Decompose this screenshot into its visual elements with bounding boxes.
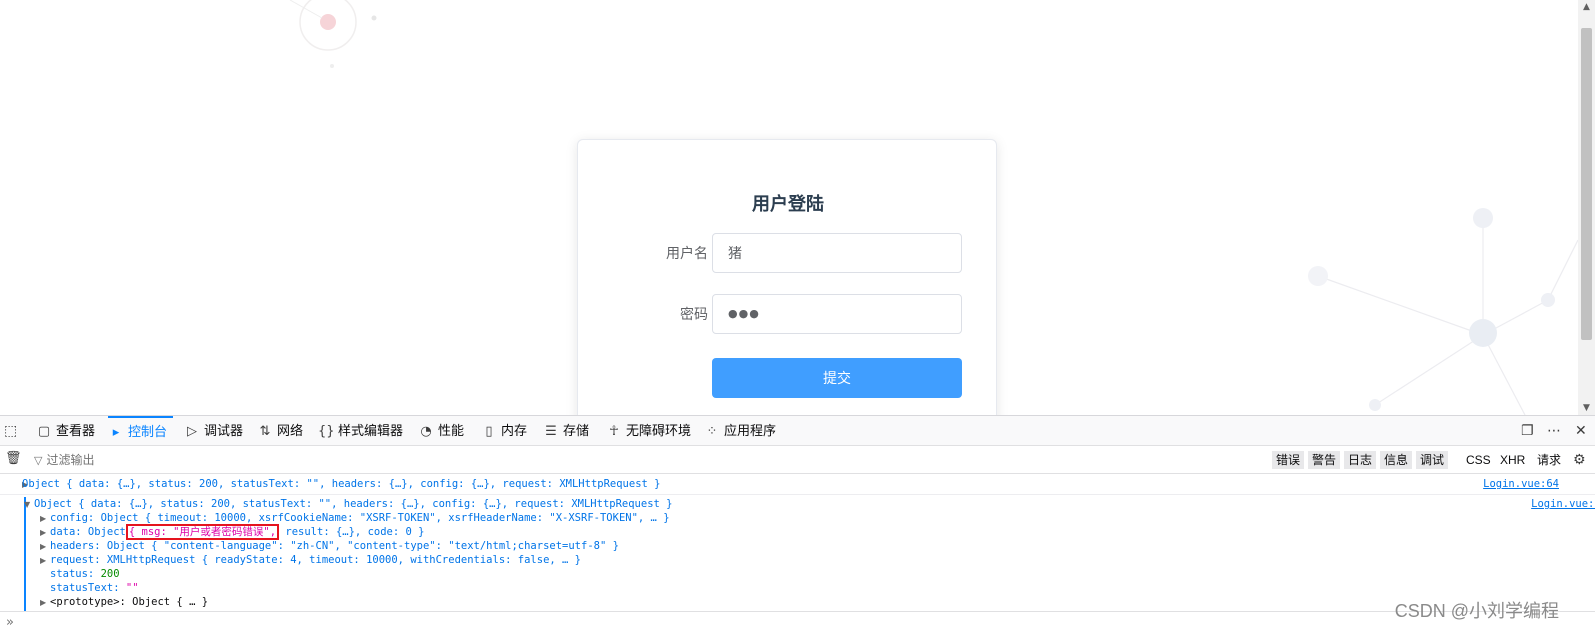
expand-arrow-icon[interactable]: ▶ [40,512,50,526]
tab-console[interactable]: ▸ 控制台 [108,416,174,446]
tree-row-text: request: XMLHttpRequest { readyState: 4,… [50,554,582,566]
filter-xhr-button[interactable]: XHR [1500,451,1525,469]
style-editor-icon: {} [318,424,335,439]
highlighted-msg: { msg: "用户或者密码错误", [125,524,280,540]
log-entry-expanded: ▼ Object { data: {…}, status: 200, status… [24,497,1595,627]
tab-label: 控制台 [128,424,168,439]
log-header[interactable]: ▼ Object { data: {…}, status: 200, status… [24,497,1595,511]
filter-placeholder: 过滤输出 [46,453,95,467]
username-input[interactable]: 猪 [712,233,962,273]
expand-arrow-icon[interactable]: ▶ [40,596,50,610]
tree-row-text: config: Object { timeout: 10000, xsrfCoo… [50,512,670,524]
dock-side-icon[interactable]: ❐ [1521,416,1534,446]
tab-inspector[interactable]: ▢ 查看器 [36,416,95,446]
tree-row-config[interactable]: ▶ config: Object { timeout: 10000, xsrfCo… [40,511,1595,525]
inspector-icon: ▢ [37,424,51,439]
close-devtools-icon[interactable]: ✕ [1575,416,1587,446]
tab-performance[interactable]: ◔ 性能 [418,416,464,446]
submit-button[interactable]: 提交 [712,358,962,398]
memory-icon: ▯ [485,424,493,439]
tab-storage[interactable]: ☰ 存储 [543,416,589,446]
tab-label: 无障碍环境 [626,423,692,438]
expand-arrow-icon[interactable]: ▶ [40,526,50,540]
login-card: 用户登陆 用户名 猪 密码 ●●● 提交 [577,139,997,415]
collapse-arrow-icon[interactable]: ▼ [24,498,34,512]
login-title: 用户登陆 [752,194,824,214]
tab-label: 性能 [438,423,465,438]
console-input[interactable]: » [0,611,1595,637]
console-output: ▶Object { data: {…}, status: 200, status… [0,474,1595,627]
application-icon: ⁘ [706,424,718,439]
password-label: 密码 [680,306,708,322]
tab-application[interactable]: ⁘ 应用程序 [704,416,776,446]
page-viewport: 用户登陆 用户名 猪 密码 ●●● 提交 ▲ ▼ [0,0,1595,415]
log-message: Object { data: {…}, status: 200, statusT… [34,498,673,510]
debugger-icon: ▷ [187,424,197,439]
accessibility-icon: ☥ [609,424,619,439]
expand-arrow-icon[interactable]: ▶ [40,554,50,568]
log-entry[interactable]: ▶Object { data: {…}, status: 200, status… [0,477,1595,495]
log-message: Object { data: {…}, status: 200, statusT… [22,478,661,490]
tree-row-statustext: statusText: "" [50,581,1595,595]
tab-label: 调试器 [204,423,244,438]
tree-key: status: [50,568,95,580]
console-icon: ▸ [112,425,120,440]
log-source-link[interactable]: Login.vue:64 [1531,497,1595,511]
tree-row-status: status: 200 [50,567,1595,581]
tab-debugger[interactable]: ▷ 调试器 [184,416,243,446]
watermark: CSDN @小刘学编程 [1394,601,1559,621]
tab-accessibility[interactable]: ☥ 无障碍环境 [606,416,691,446]
tab-label: 内存 [501,423,528,438]
password-input[interactable]: ●●● [712,294,962,334]
tab-label: 查看器 [56,423,96,438]
expand-arrow-icon[interactable]: ▶ [40,540,50,554]
filter-icon: ▽ [34,454,43,467]
console-settings-icon[interactable]: ⚙ [1573,445,1586,475]
tree-row-data[interactable]: ▶ data: Object{ msg: "用户或者密码错误", result: … [40,524,1595,540]
log-source-link[interactable]: Login.vue:64 [1483,477,1559,491]
tab-label: 网络 [277,423,304,438]
tab-label: 应用程序 [724,423,777,438]
filter-requests-button[interactable]: 请求 [1537,451,1561,469]
more-options-icon[interactable]: ⋯ [1547,416,1561,446]
performance-icon: ◔ [420,424,432,439]
filter-errors-button[interactable]: 错误 [1272,451,1305,469]
tree-row-text: data: Object [50,526,126,538]
console-filter-bar: 🗑 ▽ 过滤输出 错误 警告 日志 信息 调试 CSS XHR 请求 ⚙ [0,446,1595,474]
network-icon: ⇅ [259,424,271,439]
tree-row-prototype[interactable]: ▶ <prototype>: Object { … } [40,595,1595,609]
scrollbar-thumb[interactable] [1581,28,1592,340]
prompt-chevron-icon: » [6,615,14,630]
tab-network[interactable]: ⇅ 网络 [257,416,303,446]
tree-row-text: result: {…}, code: 0 } [279,526,425,538]
devtools-toolbar: ⬚ ▢ 查看器 ▸ 控制台 ▷ 调试器 ⇅ 网络 {} 样式编辑器 ◔ 性能 ▯ 内存 ☰ 存储… [0,416,1595,446]
tab-memory[interactable]: ▯ 内存 [481,416,527,446]
element-picker-icon[interactable]: ⬚ [4,416,17,446]
filter-css-button[interactable]: CSS [1466,451,1491,469]
tree-row-headers[interactable]: ▶ headers: Object { "content-language": "… [40,539,1595,553]
filter-info-button[interactable]: 信息 [1380,451,1413,469]
filter-output-input[interactable]: ▽ 过滤输出 [34,450,94,470]
browser-window: 用户登陆 用户名 猪 密码 ●●● 提交 ▲ ▼ ⬚ ▢ 查看器 ▸ 控制台 ▷ 调试… [0,0,1595,637]
filter-debug-button[interactable]: 调试 [1416,451,1449,469]
page-scrollbar[interactable]: ▲ ▼ [1578,0,1595,415]
scroll-up-icon[interactable]: ▲ [1578,0,1595,14]
username-label: 用户名 [666,245,708,261]
tree-row-text: <prototype>: Object { … } [50,596,209,608]
clear-console-icon[interactable]: 🗑 [5,444,22,474]
filter-warnings-button[interactable]: 警告 [1308,451,1341,469]
tree-row-request[interactable]: ▶ request: XMLHttpRequest { readyState: 4… [40,553,1595,567]
tab-label: 存储 [563,423,590,438]
tab-style-editor[interactable]: {} 样式编辑器 [318,416,403,446]
tree-row-text: headers: Object { "content-language": "z… [50,540,619,552]
scroll-down-icon[interactable]: ▼ [1578,401,1595,415]
tree-key: statusText: [50,582,120,594]
tab-label: 样式编辑器 [338,423,404,438]
tree-value: "" [125,582,139,594]
expand-arrow-icon[interactable]: ▶ [0,478,28,492]
filter-logs-button[interactable]: 日志 [1344,451,1377,469]
storage-icon: ☰ [545,424,557,439]
tree-value: 200 [100,568,120,580]
devtools-panel: ⬚ ▢ 查看器 ▸ 控制台 ▷ 调试器 ⇅ 网络 {} 样式编辑器 ◔ 性能 ▯ 内存 ☰ 存储… [0,415,1595,637]
